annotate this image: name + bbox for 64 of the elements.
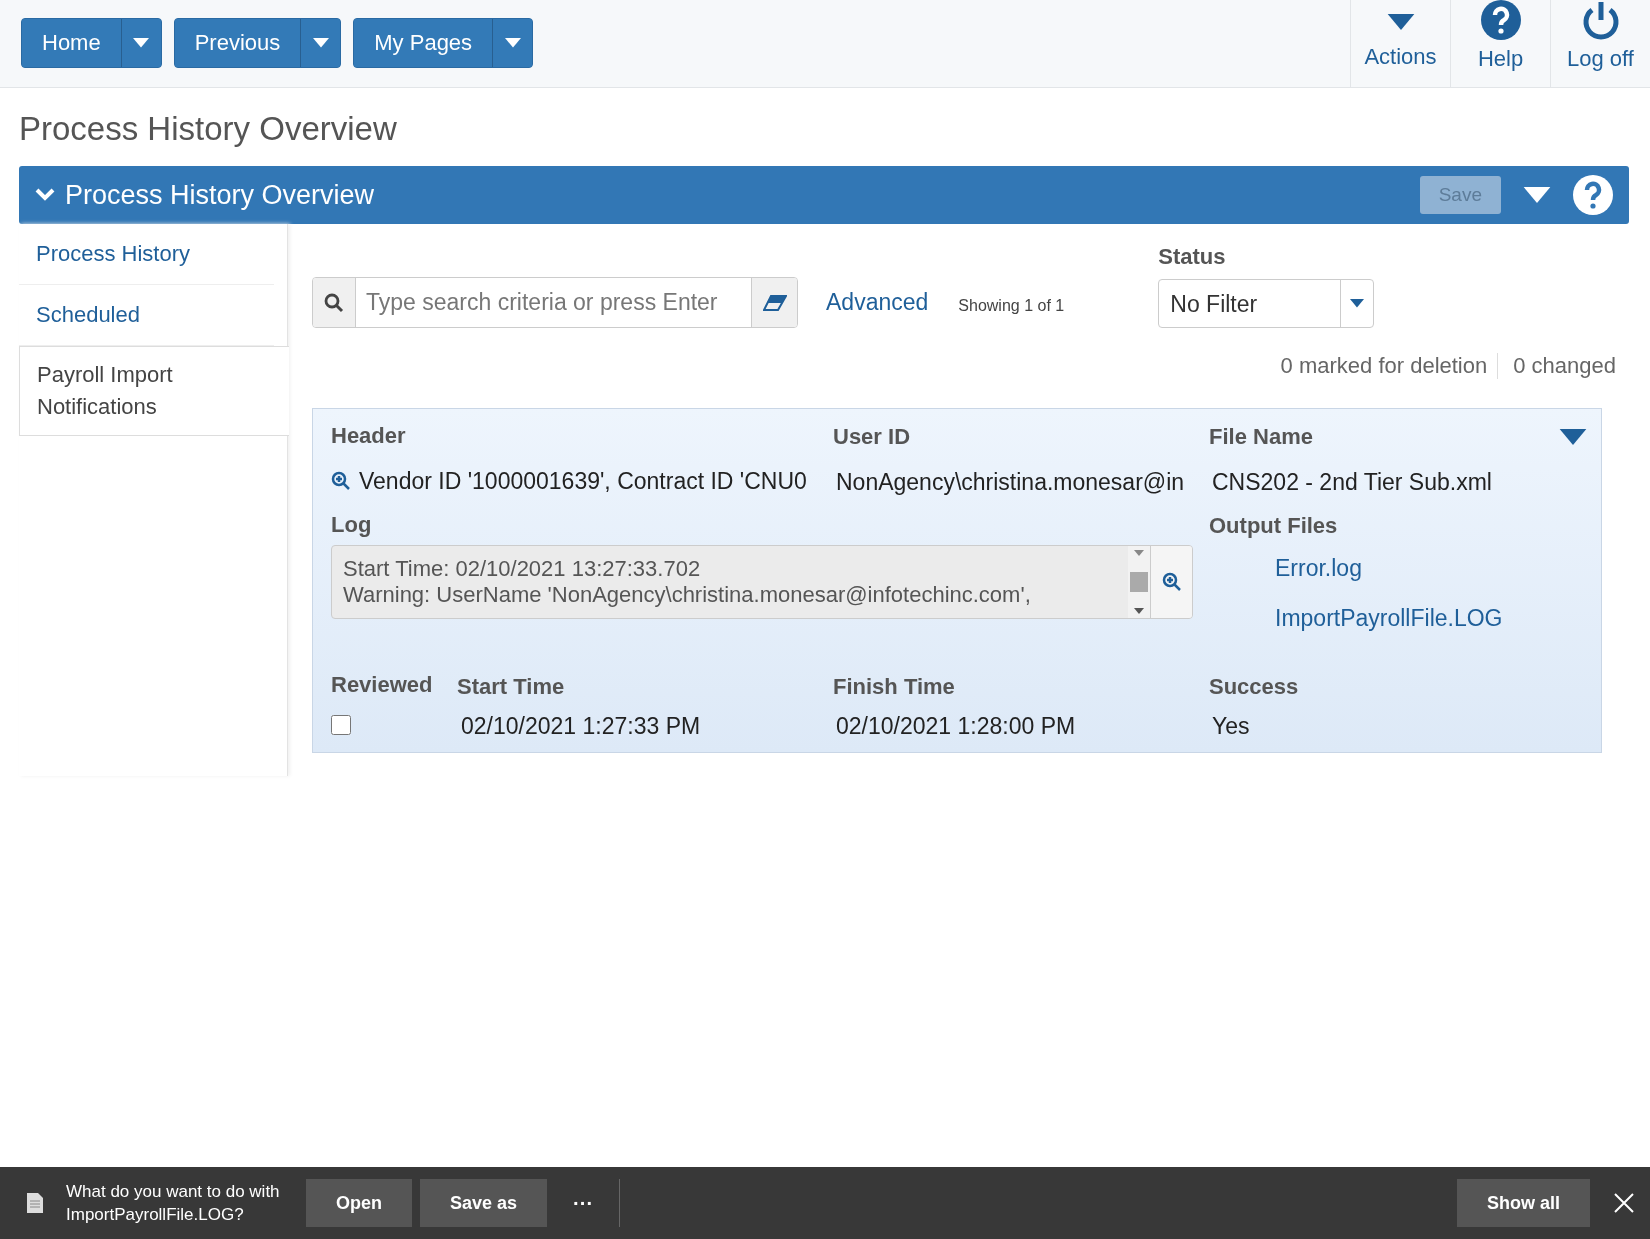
reviewed-checkbox[interactable] bbox=[331, 715, 351, 735]
download-message: What do you want to do with ImportPayrollFile.LOG? bbox=[66, 1181, 281, 1226]
field-label: Status bbox=[1158, 244, 1227, 270]
zoom-button[interactable] bbox=[1150, 546, 1192, 618]
advanced-link[interactable]: Advanced bbox=[826, 289, 929, 316]
log-line: Start Time: 02/10/2021 13:27:33.702 bbox=[343, 556, 702, 582]
table-cell: NonAgency\christina.monesar@in bbox=[836, 468, 1185, 496]
clear-button[interactable] bbox=[751, 278, 797, 327]
status-dropdown[interactable]: No Filter bbox=[1158, 279, 1375, 328]
download-button[interactable]: Save as bbox=[420, 1179, 548, 1227]
toolbar-action[interactable]: Log off bbox=[1550, 0, 1650, 87]
caret-icon bbox=[504, 38, 521, 48]
sidebar-item[interactable]: Payroll Import Notifications bbox=[19, 345, 289, 436]
field-label: Log bbox=[331, 512, 372, 538]
close-icon bbox=[1614, 1193, 1634, 1213]
search-bar[interactable]: Type search criteria or press Enter bbox=[312, 277, 798, 328]
column-header: Finish Time bbox=[833, 674, 955, 700]
column-header: Start Time bbox=[457, 674, 565, 700]
toolbar-action[interactable]: Actions bbox=[1350, 0, 1450, 87]
column-header: File Name bbox=[1209, 424, 1313, 450]
sidebar-item[interactable]: Process History bbox=[19, 224, 274, 285]
eraser-icon bbox=[762, 294, 787, 311]
table-cell: Vendor ID '1000001639', Contract ID 'CNU0 bbox=[359, 467, 807, 495]
column-header: User ID bbox=[833, 424, 911, 450]
show-all-button[interactable]: Show all bbox=[1457, 1179, 1590, 1227]
log-box[interactable]: Start Time: 02/10/2021 13:27:33.702 Warning: UserName 'NonAgency\christina.monesar@infotechinc.com', bbox=[331, 545, 1193, 619]
record-count: Showing 1 of 1 bbox=[958, 297, 1066, 315]
help-icon[interactable] bbox=[1573, 175, 1613, 215]
table-cell: CNS202 - 2nd Tier Sub.xml bbox=[1212, 468, 1492, 496]
file-link[interactable]: Error.log bbox=[1275, 555, 1601, 582]
change-counter: 0 marked for deletion bbox=[1279, 353, 1489, 379]
column-header: Header bbox=[331, 423, 406, 449]
caret-icon bbox=[1350, 299, 1365, 308]
change-counter: 0 changed bbox=[1497, 353, 1624, 379]
dropdown-toggle[interactable] bbox=[492, 19, 533, 67]
more-button[interactable]: ··· bbox=[555, 1191, 612, 1215]
toolbar-action[interactable]: Help bbox=[1450, 0, 1550, 87]
scrollbar-thumb[interactable] bbox=[1130, 572, 1148, 592]
column-header: Reviewed bbox=[331, 672, 433, 698]
table-cell: 02/10/2021 1:28:00 PM bbox=[836, 712, 1076, 740]
file-icon bbox=[26, 1192, 44, 1214]
dropdown-toggle[interactable] bbox=[300, 19, 341, 67]
field-label: Output Files bbox=[1209, 513, 1338, 539]
chevron-icon[interactable] bbox=[35, 188, 55, 202]
dropdown-toggle[interactable] bbox=[120, 19, 161, 67]
caret-icon bbox=[312, 38, 329, 48]
download-button[interactable]: Open bbox=[306, 1179, 412, 1227]
file-link[interactable]: ImportPayrollFile.LOG bbox=[1275, 605, 1601, 632]
column-header: Success bbox=[1209, 674, 1299, 700]
caret-icon[interactable] bbox=[1523, 187, 1551, 203]
zoom-in-icon bbox=[1161, 572, 1182, 592]
caret-icon bbox=[1386, 14, 1415, 30]
search-icon bbox=[324, 292, 344, 313]
panel-title: Process History Overview bbox=[65, 179, 376, 211]
caret-icon[interactable] bbox=[1559, 429, 1587, 445]
caret-icon bbox=[1134, 608, 1144, 614]
sidebar-item[interactable]: Scheduled bbox=[19, 284, 274, 346]
page-title: Process History Overview bbox=[19, 110, 398, 149]
caret-icon bbox=[133, 38, 150, 48]
zoom-in-icon bbox=[331, 471, 351, 491]
table-cell: 02/10/2021 1:27:33 PM bbox=[461, 712, 701, 740]
table-cell: Yes bbox=[1212, 712, 1250, 740]
log-line: Warning: UserName 'NonAgency\christina.monesar@infotechinc.com', bbox=[343, 582, 1032, 608]
caret-icon bbox=[1134, 550, 1144, 556]
